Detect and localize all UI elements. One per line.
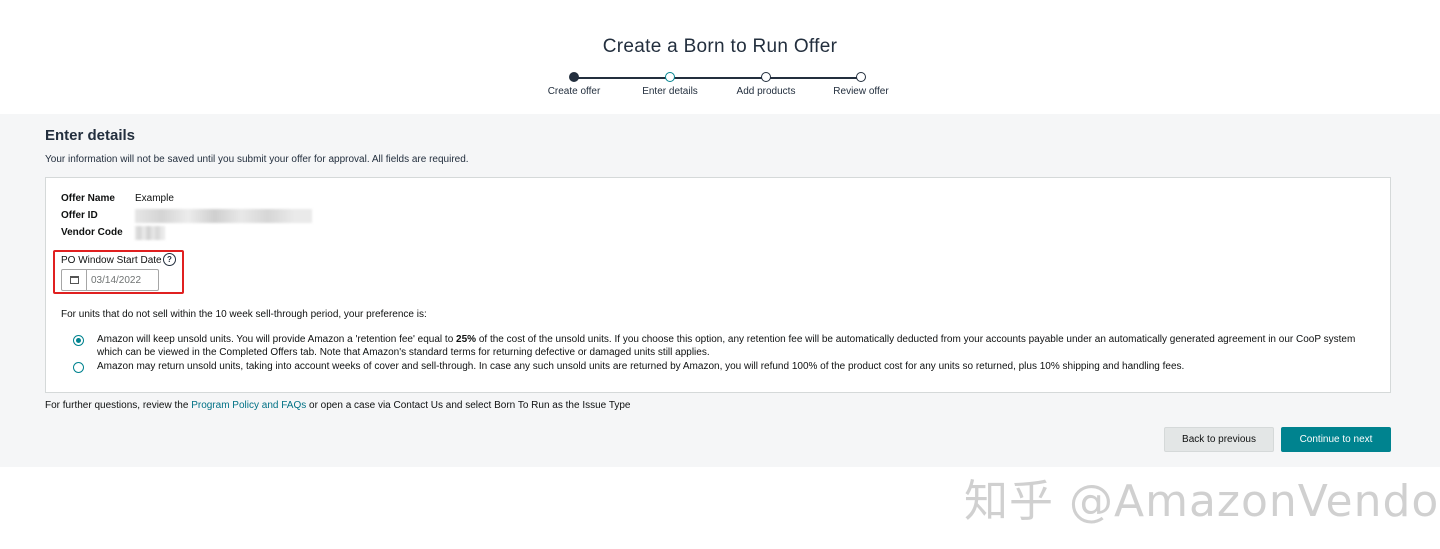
offer-id-label: Offer ID [61, 210, 98, 221]
step-add-products[interactable]: Add products [716, 72, 816, 97]
vendor-code-label: Vendor Code [61, 227, 123, 238]
step-dot-upcoming [761, 72, 771, 82]
step-label: Enter details [642, 86, 698, 97]
option-return-unsold-text: Amazon may return unsold units, taking i… [97, 361, 1185, 372]
offer-id-redacted [135, 209, 312, 223]
radio-return-unsold[interactable] [73, 362, 84, 373]
step-label: Add products [736, 86, 796, 97]
po-window-date-picker[interactable] [61, 269, 165, 291]
continue-button[interactable]: Continue to next [1281, 427, 1391, 452]
help-footer-note: For further questions, review the Progra… [45, 400, 631, 411]
offer-name-value: Example [135, 193, 174, 204]
offer-details-card: Offer Name Example Offer ID Vendor Code … [45, 177, 1391, 393]
step-label: Create offer [547, 86, 601, 97]
help-icon[interactable]: ? [163, 253, 176, 266]
watermark: 知乎 @AmazonVendor [964, 476, 1440, 527]
radio-keep-unsold[interactable] [73, 335, 84, 346]
step-enter-details[interactable]: Enter details [620, 72, 720, 97]
program-policy-link[interactable]: Program Policy and FAQs [191, 400, 306, 411]
step-review-offer[interactable]: Review offer [811, 72, 911, 97]
details-panel: Enter details Your information will not … [0, 114, 1440, 467]
po-window-label: PO Window Start Date [61, 255, 162, 266]
progress-stepper: Create offer Enter details Add products … [540, 72, 910, 102]
calendar-icon[interactable] [62, 270, 87, 290]
offer-name-label: Offer Name [61, 193, 115, 204]
option-keep-unsold-text: Amazon will keep unsold units. You will … [97, 334, 1356, 358]
back-button[interactable]: Back to previous [1164, 427, 1274, 452]
step-dot-current [665, 72, 675, 82]
preference-question: For units that do not sell within the 10… [61, 309, 427, 320]
step-label: Review offer [833, 86, 889, 97]
vendor-code-redacted [135, 226, 165, 240]
step-dot-upcoming [856, 72, 866, 82]
page-title: Create a Born to Run Offer [602, 36, 838, 57]
po-window-date-input[interactable] [87, 270, 165, 290]
step-create-offer[interactable]: Create offer [524, 72, 624, 97]
section-subtitle: Your information will not be saved until… [45, 154, 469, 165]
step-dot-complete [569, 72, 579, 82]
section-heading: Enter details [45, 127, 136, 144]
